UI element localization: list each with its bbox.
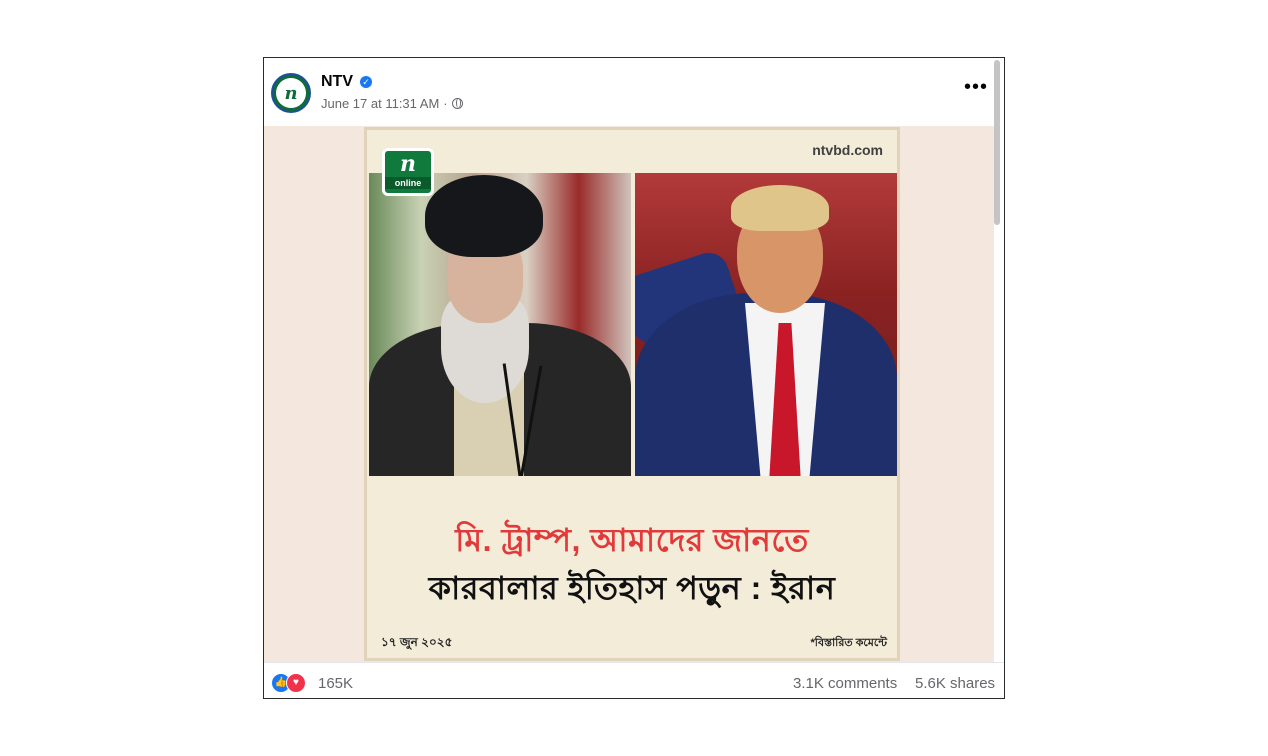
post-footer: 👍 ♥ 165K 3.1K comments 5.6K shares — [264, 662, 1004, 698]
reaction-count[interactable]: 165K — [318, 675, 353, 692]
photo-collage — [369, 173, 897, 476]
comments-count[interactable]: 3.1K comments — [793, 675, 897, 692]
post-meta: June 17 at 11:31 AM · — [321, 96, 463, 111]
post-header: n NTV ✓ June 17 at 11:31 AM · ••• — [264, 58, 1004, 126]
post-timestamp[interactable]: June 17 at 11:31 AM — [321, 96, 439, 111]
ntv-logo-icon: n — [276, 78, 306, 108]
card-detail-note: *বিস্তারিত কমেন্টে — [810, 637, 887, 649]
meta-separator: · — [443, 96, 448, 111]
facebook-post: n NTV ✓ June 17 at 11:31 AM · ••• ntvbd.… — [263, 57, 1005, 699]
site-url: ntvbd.com — [812, 142, 883, 158]
card-date: ১৭ জুন ২০২৫ — [381, 635, 453, 649]
page-name[interactable]: NTV — [321, 73, 353, 91]
more-options-button[interactable]: ••• — [964, 77, 988, 97]
love-icon: ♥ — [286, 673, 306, 693]
shares-count[interactable]: 5.6K shares — [915, 675, 995, 692]
verified-badge-icon: ✓ — [360, 76, 372, 88]
scrollbar-thumb[interactable] — [994, 60, 1000, 225]
globe-icon[interactable] — [451, 98, 463, 109]
headline-line-1: মি. ট্রাম্প, আমাদের জানতে — [455, 522, 809, 558]
photo-left — [369, 173, 631, 476]
page-avatar[interactable]: n — [271, 73, 311, 113]
reaction-icons[interactable]: 👍 ♥ — [271, 673, 306, 693]
ntv-online-logo: n online — [382, 148, 434, 196]
photo-right — [635, 173, 897, 476]
headline-line-2: কারবালার ইতিহাস পড়ুন : ইরান — [428, 570, 836, 606]
post-image[interactable]: ntvbd.com n online মি. ট্রাম্প, আমাদের জ… — [264, 126, 994, 662]
news-card: ntvbd.com n online মি. ট্রাম্প, আমাদের জ… — [364, 127, 900, 661]
